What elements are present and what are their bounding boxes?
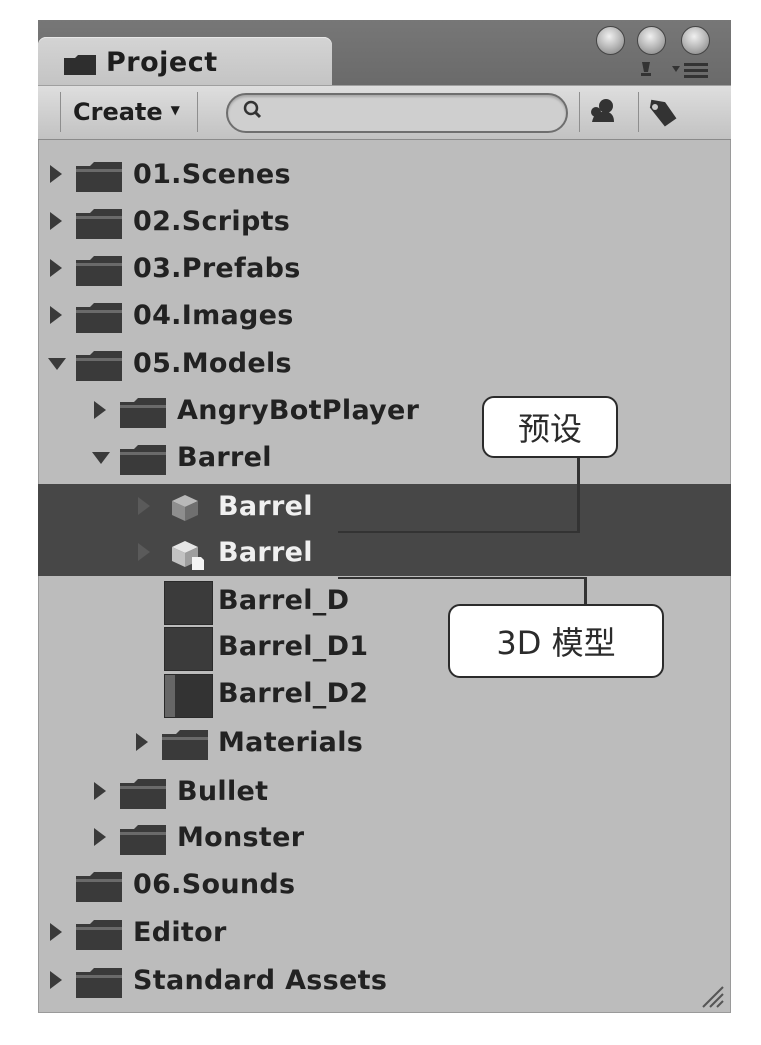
tree-item-label: Editor bbox=[133, 917, 227, 948]
expand-arrow-icon[interactable] bbox=[138, 543, 150, 561]
tree-item-materials[interactable]: Materials bbox=[38, 720, 731, 766]
prefab-callout-text: 预设 bbox=[517, 410, 582, 448]
folder-icon bbox=[120, 445, 166, 475]
tag-icon bbox=[649, 99, 677, 127]
folder-icon bbox=[76, 209, 122, 239]
tree-item-label: 06.Sounds bbox=[133, 869, 296, 900]
tree-item-05-models[interactable]: 05.Models bbox=[38, 341, 731, 387]
tree-item-barrel-folder[interactable]: Barrel bbox=[38, 435, 731, 481]
tree-item-editor[interactable]: Editor bbox=[38, 910, 731, 956]
tree-item-label: Standard Assets bbox=[133, 965, 388, 996]
tree-item-label: Barrel_D2 bbox=[218, 678, 369, 709]
tree-item-label: Barrel bbox=[177, 442, 272, 473]
collapse-arrow-icon[interactable] bbox=[92, 452, 110, 464]
folder-icon bbox=[76, 351, 122, 381]
expand-arrow-icon[interactable] bbox=[50, 923, 62, 941]
tree-item-label: 02.Scripts bbox=[133, 206, 291, 237]
folder-icon bbox=[76, 872, 122, 902]
filter-by-type-button[interactable] bbox=[579, 92, 626, 132]
tree-item-label: Barrel bbox=[218, 491, 313, 522]
chevron-down-icon: ▼ bbox=[170, 103, 180, 117]
folder-icon bbox=[120, 779, 166, 809]
folder-icon bbox=[76, 920, 122, 950]
minimize-icon[interactable] bbox=[637, 26, 666, 55]
prefab-callout: 预设 bbox=[482, 396, 618, 458]
texture-thumbnail bbox=[164, 581, 213, 625]
filter-by-label-button[interactable] bbox=[638, 92, 685, 132]
tree-item-bullet[interactable]: Bullet bbox=[38, 769, 731, 815]
prefab-icon bbox=[172, 495, 198, 521]
toolbar: Create ▼ bbox=[38, 85, 731, 140]
expand-arrow-icon[interactable] bbox=[138, 497, 150, 515]
tree-item-label: Monster bbox=[177, 822, 305, 853]
tree-item-label: Bullet bbox=[177, 776, 269, 807]
model-callout-text: 3D 模型 bbox=[496, 624, 616, 662]
folder-icon bbox=[76, 256, 122, 286]
tree-item-04-images[interactable]: 04.Images bbox=[38, 293, 731, 339]
texture-thumbnail bbox=[164, 674, 213, 718]
tab-title: Project bbox=[106, 47, 218, 78]
tree-item-angrybotplayer[interactable]: AngryBotPlayer bbox=[38, 388, 731, 434]
tree-item-monster[interactable]: Monster bbox=[38, 815, 731, 861]
prefab-leader-line-horizontal bbox=[338, 531, 579, 533]
close-icon[interactable] bbox=[596, 26, 625, 55]
filter-by-type-icon bbox=[591, 99, 614, 122]
collapse-arrow-icon[interactable] bbox=[48, 358, 66, 370]
model-callout: 3D 模型 bbox=[448, 604, 664, 678]
create-label: Create bbox=[73, 98, 163, 126]
texture-thumbnail bbox=[164, 627, 213, 671]
resize-grip-icon[interactable] bbox=[699, 983, 725, 1009]
tree-item-standard-assets[interactable]: Standard Assets bbox=[38, 958, 731, 1004]
project-window: Project Create ▼ 01.Scenes 02.Scripts 03… bbox=[38, 20, 731, 1013]
expand-arrow-icon[interactable] bbox=[94, 401, 106, 419]
expand-arrow-icon[interactable] bbox=[50, 212, 62, 230]
expand-arrow-icon[interactable] bbox=[50, 259, 62, 277]
tree-item-label: Materials bbox=[218, 727, 364, 758]
tree-item-label: 05.Models bbox=[133, 348, 292, 379]
tree-item-01-scenes[interactable]: 01.Scenes bbox=[38, 152, 731, 198]
tab-project[interactable]: Project bbox=[38, 37, 332, 85]
search-box[interactable] bbox=[226, 93, 568, 133]
model-leader-line-horizontal bbox=[338, 577, 586, 579]
folder-icon bbox=[64, 55, 96, 75]
tree-item-label: AngryBotPlayer bbox=[177, 395, 420, 426]
tree-item-barrel-prefab[interactable]: Barrel bbox=[38, 484, 731, 530]
prefab-leader-line bbox=[577, 457, 580, 533]
tree-item-label: 04.Images bbox=[133, 300, 294, 331]
tree-item-03-prefabs[interactable]: 03.Prefabs bbox=[38, 246, 731, 292]
zoom-icon[interactable] bbox=[681, 26, 710, 55]
expand-arrow-icon[interactable] bbox=[50, 306, 62, 324]
expand-arrow-icon[interactable] bbox=[136, 733, 148, 751]
search-icon bbox=[243, 100, 262, 119]
tab-bar: Project bbox=[38, 20, 731, 85]
folder-icon bbox=[76, 303, 122, 333]
tree-item-barrel-model[interactable]: Barrel bbox=[38, 530, 731, 576]
tree-item-label: 03.Prefabs bbox=[133, 253, 301, 284]
tree-item-label: Barrel_D1 bbox=[218, 631, 369, 662]
folder-icon bbox=[162, 730, 208, 760]
expand-arrow-icon[interactable] bbox=[94, 782, 106, 800]
tree-item-06-sounds[interactable]: 06.Sounds bbox=[38, 862, 731, 908]
tree-item-label: Barrel_D bbox=[218, 585, 350, 616]
context-menu-icon[interactable] bbox=[634, 58, 724, 80]
model-icon bbox=[172, 541, 204, 570]
create-dropdown-button[interactable]: Create ▼ bbox=[60, 92, 198, 132]
tree-item-label: 01.Scenes bbox=[133, 159, 291, 190]
folder-icon bbox=[120, 825, 166, 855]
expand-arrow-icon[interactable] bbox=[50, 165, 62, 183]
folder-icon bbox=[120, 398, 166, 428]
tree-item-label: Barrel bbox=[218, 537, 313, 568]
search-input[interactable] bbox=[276, 99, 550, 127]
folder-icon bbox=[76, 968, 122, 998]
expand-arrow-icon[interactable] bbox=[94, 828, 106, 846]
expand-arrow-icon[interactable] bbox=[50, 971, 62, 989]
folder-icon bbox=[76, 162, 122, 192]
tree-item-02-scripts[interactable]: 02.Scripts bbox=[38, 199, 731, 245]
